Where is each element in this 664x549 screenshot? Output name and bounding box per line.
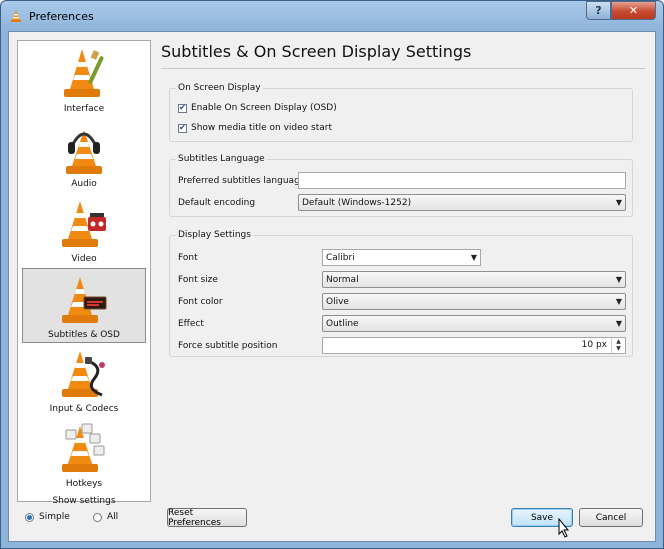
vlc-cone-headphones-icon <box>66 130 102 174</box>
show-settings-group: Show settings Simple All <box>17 496 151 530</box>
checkmark-icon: ✔ <box>178 103 187 113</box>
close-icon: ✕ <box>628 4 639 17</box>
help-button[interactable]: ? <box>586 1 611 20</box>
title-divider <box>161 68 645 69</box>
font-size-select[interactable]: Normal ▼ <box>322 271 626 288</box>
sidebar-item-label: Interface <box>63 104 105 114</box>
radio-simple[interactable]: Simple <box>25 512 70 522</box>
enable-osd-checkbox[interactable]: ✔ Enable On Screen Display (OSD) <box>178 103 337 113</box>
sidebar-item-hotkeys[interactable]: Hotkeys <box>22 418 146 493</box>
radio-all-label: All <box>107 512 119 522</box>
chevron-down-icon: ▼ <box>615 198 622 207</box>
cancel-button[interactable]: Cancel <box>579 508 643 527</box>
sidebar-item-input-codecs[interactable]: Input & Codecs <box>22 343 146 418</box>
sidebar-item-label: Subtitles & OSD <box>48 330 120 340</box>
checkbox-label: Enable On Screen Display (OSD) <box>191 103 337 113</box>
effect-select[interactable]: Outline ▼ <box>322 315 626 332</box>
osd-group: On Screen Display ✔ Enable On Screen Dis… <box>169 83 633 142</box>
chevron-down-icon[interactable]: ▼ <box>612 345 625 352</box>
group-title: Subtitles Language <box>176 154 267 164</box>
spinbox-value: 10 px <box>581 340 607 350</box>
vlc-cone-keys-icon <box>62 423 105 472</box>
display-settings-group: Display Settings Font Calibri ▼ Font siz… <box>169 230 633 357</box>
vlc-cone-brush-icon <box>64 49 104 97</box>
radio-unselected-icon <box>93 512 102 522</box>
sidebar-item-label: Hotkeys <box>65 479 103 489</box>
chevron-up-icon[interactable]: ▲ <box>612 338 625 345</box>
preferred-language-input[interactable] <box>298 172 626 189</box>
default-encoding-label: Default encoding <box>178 198 256 208</box>
category-sidebar: Interface Audio Video Subtitles & OSD In… <box>17 40 151 502</box>
select-value: Calibri <box>326 252 355 263</box>
radio-selected-icon <box>25 512 34 522</box>
show-media-title-checkbox[interactable]: ✔ Show media title on video start <box>178 123 332 133</box>
effect-label: Effect <box>178 319 204 329</box>
radio-all[interactable]: All <box>93 512 118 522</box>
spinbox-arrows[interactable]: ▲ ▼ <box>611 338 625 353</box>
vlc-cone-film-icon <box>62 201 106 247</box>
group-title: Display Settings <box>176 230 253 240</box>
title-bar[interactable]: Preferences ? ✕ <box>1 1 663 31</box>
select-value: Normal <box>326 274 359 285</box>
sidebar-item-audio[interactable]: Audio <box>22 118 146 193</box>
select-value: Default (Windows-1252) <box>302 197 412 208</box>
subtitles-language-group: Subtitles Language Preferred subtitles l… <box>169 154 633 217</box>
chevron-down-icon: ▼ <box>615 275 622 284</box>
sidebar-item-video[interactable]: Video <box>22 193 146 268</box>
subtitle-position-label: Force subtitle position <box>178 341 278 351</box>
sidebar-item-label: Video <box>71 254 97 264</box>
mouse-cursor-icon <box>558 518 570 538</box>
group-title: On Screen Display <box>176 83 263 93</box>
reset-preferences-button[interactable]: Reset Preferences <box>167 508 247 528</box>
vlc-cone-icon <box>11 10 21 22</box>
page-title: Subtitles & On Screen Display Settings <box>161 42 472 61</box>
sidebar-item-label: Audio <box>71 179 97 189</box>
default-encoding-select[interactable]: Default (Windows-1252) ▼ <box>298 194 626 211</box>
sidebar-item-subtitles[interactable]: Subtitles & OSD <box>22 268 146 343</box>
font-select[interactable]: Calibri ▼ <box>322 249 481 266</box>
vlc-cone-cable-icon <box>62 351 105 397</box>
dialog-body: Interface Audio Video Subtitles & OSD In… <box>8 31 656 542</box>
subtitle-position-spinbox[interactable]: 10 px ▲ ▼ <box>322 337 626 354</box>
show-settings-label: Show settings <box>52 496 116 506</box>
select-value: Outline <box>326 318 359 329</box>
font-label: Font <box>178 253 198 263</box>
chevron-down-icon: ▼ <box>615 297 622 306</box>
sidebar-item-interface[interactable]: Interface <box>22 43 146 118</box>
preferences-window: Preferences ? ✕ Interface Audio Video Su… <box>0 0 664 549</box>
help-icon: ? <box>595 4 602 17</box>
chevron-down-icon: ▼ <box>470 253 477 262</box>
checkmark-icon: ✔ <box>178 123 187 133</box>
font-size-label: Font size <box>178 275 218 285</box>
checkbox-label: Show media title on video start <box>191 123 332 133</box>
sidebar-item-label: Input & Codecs <box>49 404 119 414</box>
select-value: Olive <box>326 296 349 307</box>
chevron-down-icon: ▼ <box>615 319 622 328</box>
preferred-language-label: Preferred subtitles language <box>178 176 306 186</box>
radio-simple-label: Simple <box>39 512 70 522</box>
font-color-label: Font color <box>178 297 223 307</box>
font-color-select[interactable]: Olive ▼ <box>322 293 626 310</box>
window-title: Preferences <box>29 10 94 23</box>
close-button[interactable]: ✕ <box>611 1 656 20</box>
vlc-cone-subtitles-icon <box>62 277 107 323</box>
